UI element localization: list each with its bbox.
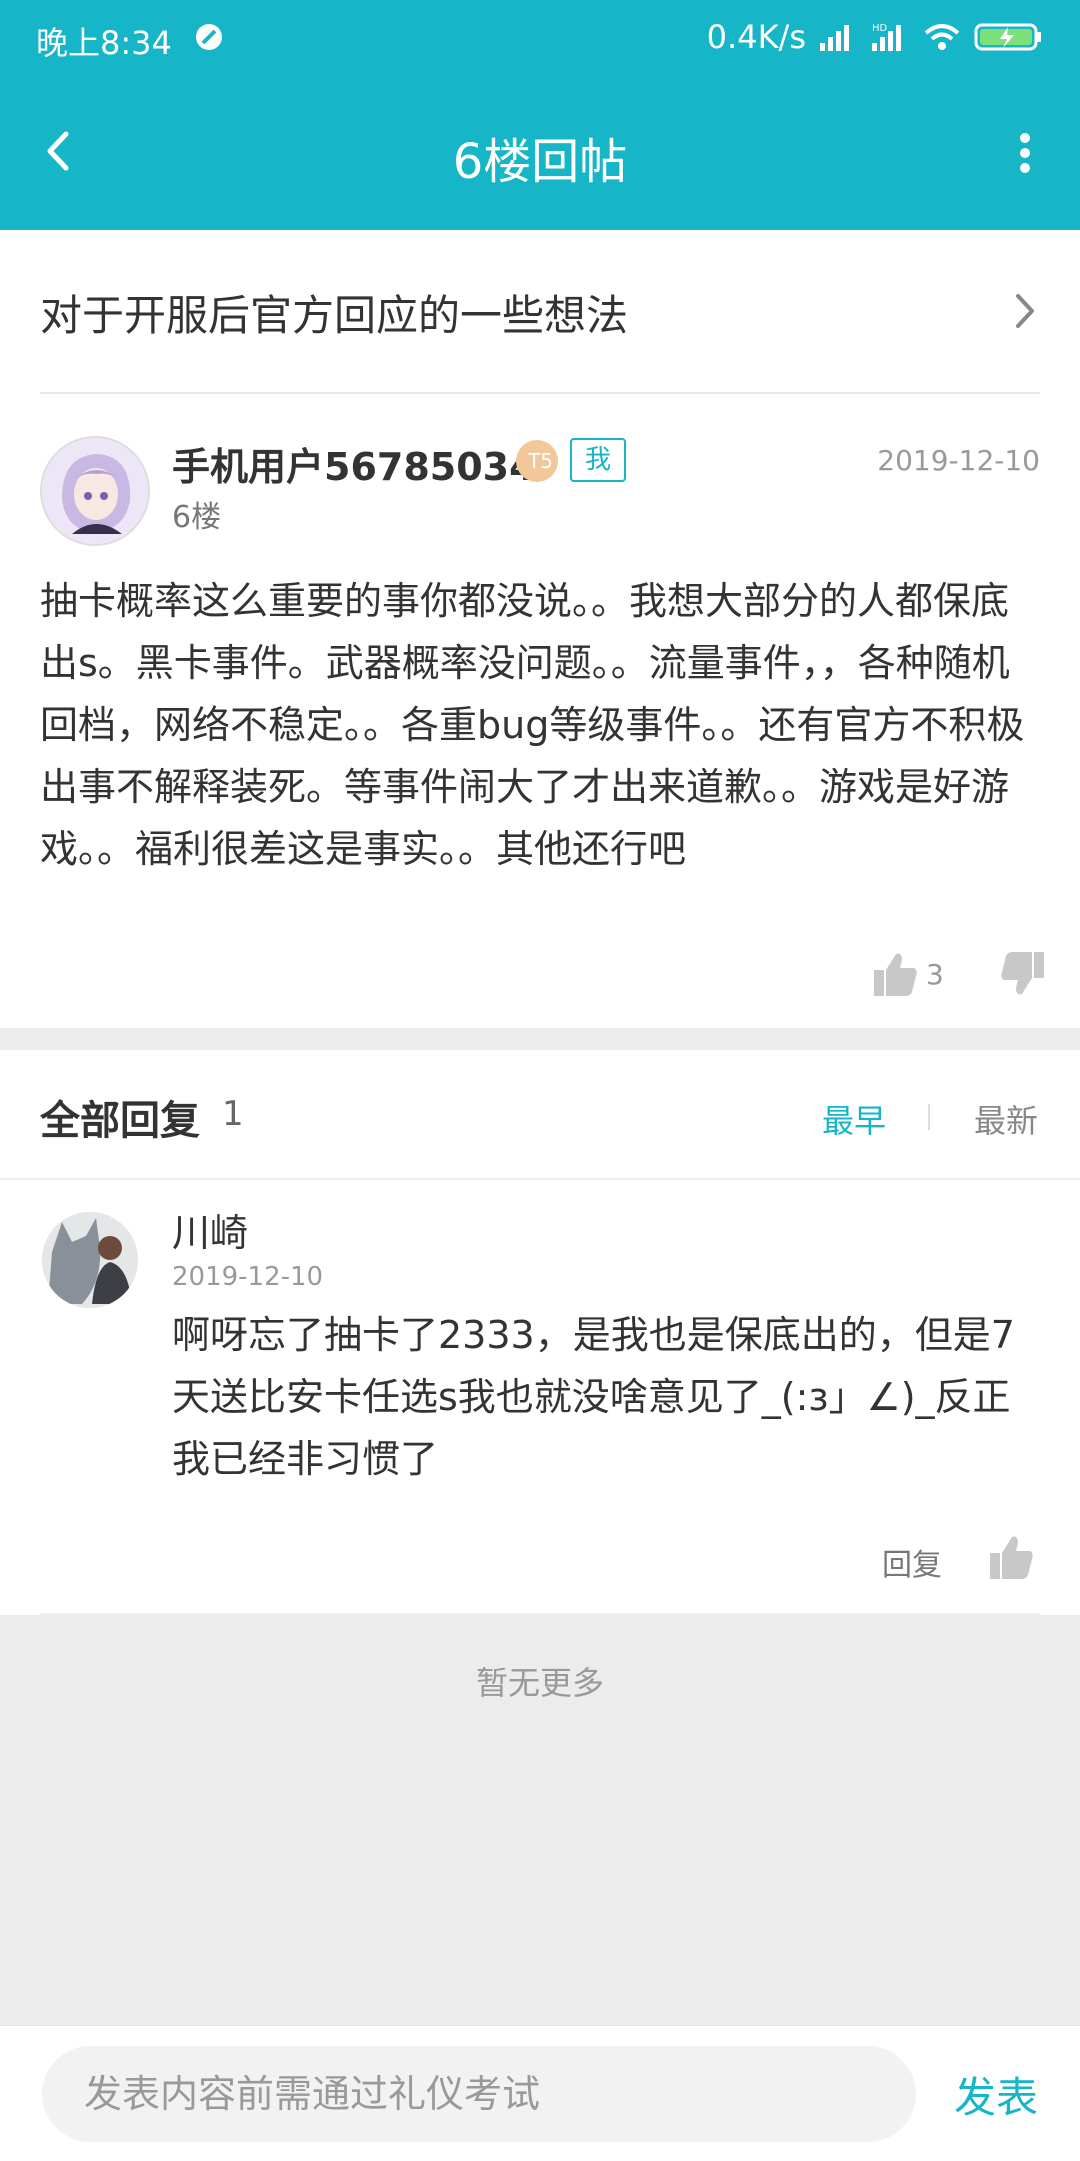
sort-divider [928, 1104, 930, 1130]
replies-title: 全部回复 [40, 1098, 200, 1144]
thread-title: 对于开服后官方回应的一些想法 [40, 291, 629, 340]
avatar[interactable] [40, 436, 150, 546]
nav-bar: 6楼回帖 [0, 76, 1080, 230]
status-bar: 晚上8:34 0.4K/s HD [0, 0, 1080, 76]
post-card: 对于开服后官方回应的一些想法 手机用户56785034 T5 我 6楼 2019… [0, 230, 1080, 1028]
like-count: 3 [926, 957, 944, 991]
thread-link[interactable]: 对于开服后官方回应的一些想法 [40, 230, 1040, 394]
thumbs-down-icon[interactable] [1000, 948, 1046, 1000]
level-badge-icon: T5 [516, 440, 558, 482]
like-button[interactable]: 3 [872, 948, 944, 1000]
sort-earliest-tab[interactable]: 最早 [822, 1096, 886, 1142]
reply-date: 2019-12-10 [172, 1262, 324, 1292]
reply-body: 啊呀忘了抽卡了2333，是我也是保底出的，但是7天送比安卡任选s我也就没啥意见了… [172, 1313, 1015, 1481]
post-date: 2019-12-10 [877, 444, 1040, 477]
network-speed: 0.4K/s [706, 18, 806, 56]
composer-bar: 发表内容前需通过礼仪考试 发表 [0, 2025, 1080, 2161]
divider [40, 1613, 1040, 1615]
wifi-icon [924, 24, 960, 50]
status-time: 晚上8:34 [36, 24, 172, 62]
signal-hd-icon: HD [872, 23, 901, 51]
battery-charging-icon [974, 23, 1041, 51]
more-options-icon[interactable] [1010, 118, 1040, 188]
floor-label: 6楼 [172, 500, 222, 535]
thumbs-up-icon[interactable] [988, 1532, 1034, 1582]
me-tag: 我 [570, 438, 626, 482]
signal-icon [820, 25, 849, 51]
replies-header: 全部回复 1 最早 最新 [0, 1050, 1080, 1180]
reply-author-name[interactable]: 川崎 [172, 1202, 248, 1257]
status-right: 0.4K/s HD [707, 18, 1044, 56]
replies-card: 全部回复 1 最早 最新 川崎 2019-12-10 啊呀忘了抽卡了2333，是… [0, 1050, 1080, 1615]
replies-count: 1 [222, 1094, 244, 1134]
wolf-avatar-image [42, 1212, 138, 1308]
no-more-label: 暂无更多 [475, 1664, 604, 1702]
thumbs-up-icon [874, 953, 917, 996]
reply-avatar[interactable] [42, 1212, 138, 1308]
do-not-disturb-icon [196, 24, 222, 50]
level-badge-label: T5 [527, 449, 553, 473]
anime-avatar-image [42, 438, 148, 544]
reply-button[interactable]: 回复 [882, 1540, 942, 1584]
comment-input[interactable]: 发表内容前需通过礼仪考试 [42, 2046, 916, 2142]
chevron-right-icon [1016, 294, 1034, 328]
hd-label: HD [872, 23, 888, 34]
send-button[interactable]: 发表 [954, 2064, 1038, 2125]
page-title: 6楼回帖 [452, 134, 628, 190]
sort-latest-tab[interactable]: 最新 [974, 1096, 1038, 1142]
post-author-name[interactable]: 手机用户56785034 [172, 436, 536, 491]
app-header: 晚上8:34 0.4K/s HD 6楼回帖 [0, 0, 1080, 230]
post-body: 抽卡概率这么重要的事你都没说。。我想大部分的人都保底出s。黑卡事件。武器概率没问… [40, 579, 1025, 871]
